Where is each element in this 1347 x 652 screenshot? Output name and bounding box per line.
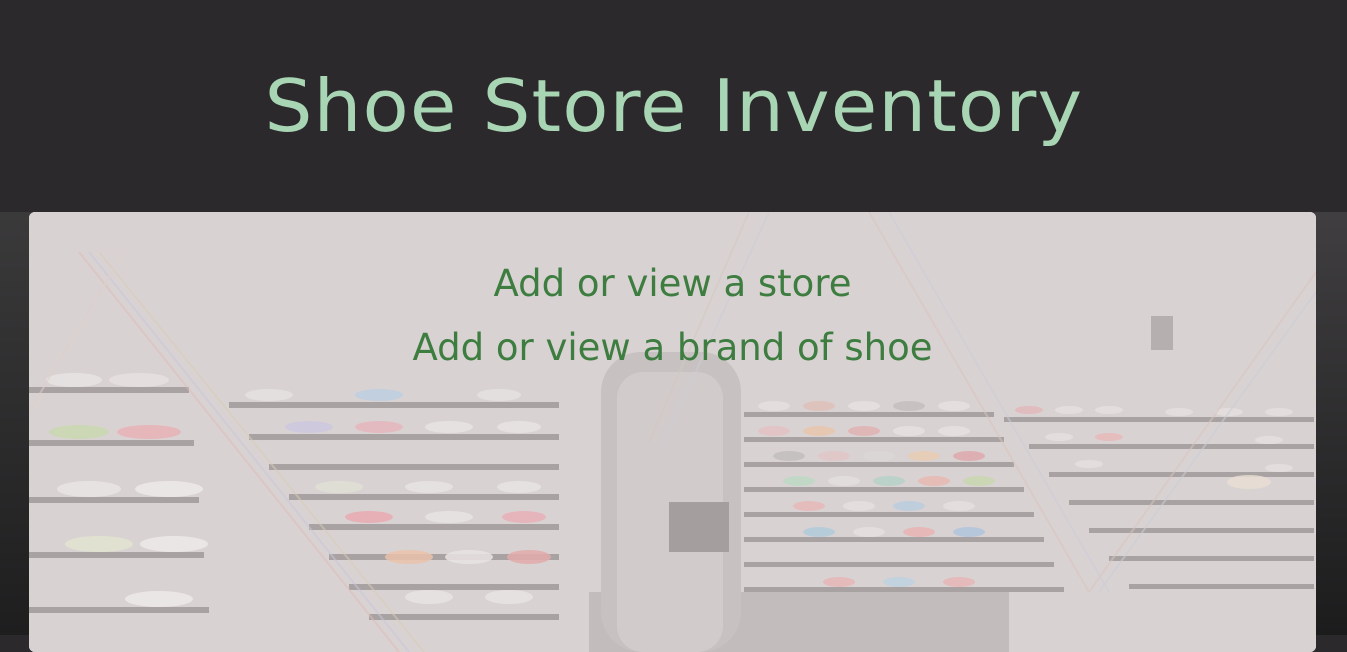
brands-link[interactable]: Add or view a brand of shoe [29,316,1316,380]
stores-link[interactable]: Add or view a store [29,252,1316,316]
right-wall-shelves [1315,212,1347,635]
page-title: Shoe Store Inventory [264,64,1083,148]
content-panel: Add or view a store Add or view a brand … [29,212,1316,652]
main-nav: Add or view a store Add or view a brand … [29,252,1316,380]
site-header: Shoe Store Inventory [0,0,1347,212]
left-wall-shelves [0,212,30,635]
